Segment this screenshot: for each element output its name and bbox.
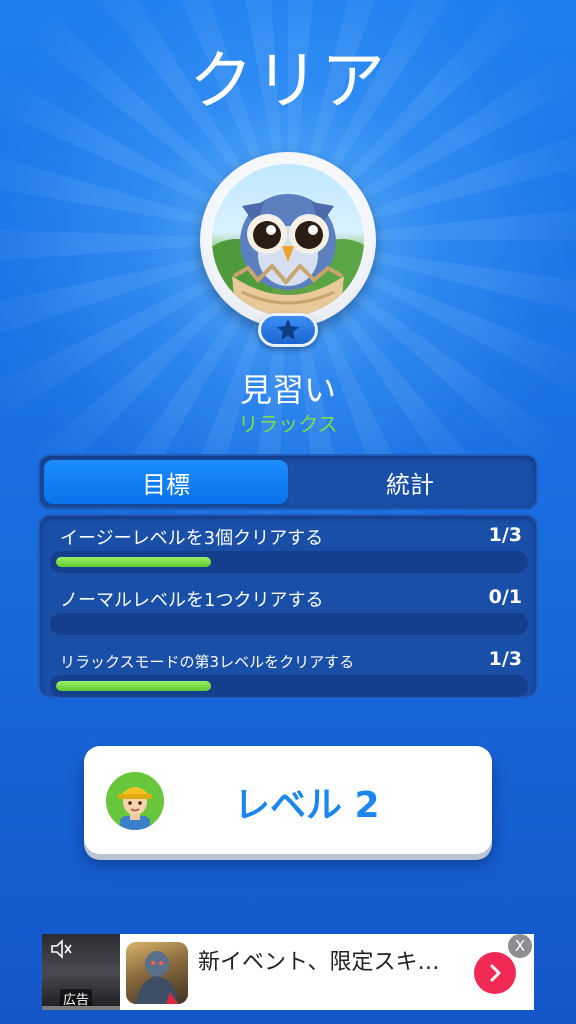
ad-video-thumbnail[interactable]: 広告	[42, 934, 120, 1010]
goal-count: 1/3	[488, 524, 522, 546]
goal-text: ノーマルレベルを1つクリアする	[60, 590, 324, 611]
goal-progress-track	[50, 675, 528, 697]
next-level-label: レベル 2	[234, 785, 380, 826]
level-clear-screen: { "header": { "title": "クリア" }, "player"…	[0, 0, 576, 1024]
goal-progress-fill	[56, 557, 211, 567]
tab-stats[interactable]: 統計	[288, 460, 532, 504]
goal-item: イージーレベルを3個クリアする 1/3	[40, 518, 536, 578]
goals-panel: イージーレベルを3個クリアする 1/3 ノーマルレベルを1つクリアする 0/1 …	[38, 514, 538, 698]
ad-video-progress	[42, 1006, 120, 1010]
goal-text: リラックスモードの第3レベルをクリアする	[60, 653, 355, 671]
goal-progress-fill	[56, 681, 211, 691]
tab-bar: 目標 統計	[38, 454, 538, 510]
goal-item: ノーマルレベルを1つクリアする 0/1	[40, 580, 536, 640]
ad-headline[interactable]: 新イベント、限定スキ…	[198, 944, 478, 976]
chevron-right-icon	[490, 964, 501, 982]
page-title: クリア	[189, 45, 387, 119]
game-app-icon[interactable]	[126, 942, 188, 1004]
next-level-button[interactable]: レベル 2	[84, 746, 492, 854]
goal-progress-track	[50, 613, 528, 635]
game-mode-label: リラックス	[238, 412, 338, 436]
player-rank: 見習い	[239, 371, 336, 409]
rank-star-badge	[258, 313, 318, 347]
goal-progress-track	[50, 551, 528, 573]
goal-text: イージーレベルを3個クリアする	[60, 528, 324, 549]
goal-item: リラックスモードの第3レベルをクリアする 1/3	[40, 642, 536, 702]
tab-goals[interactable]: 目標	[44, 460, 288, 504]
star-icon	[277, 319, 299, 340]
ad-open-button[interactable]	[474, 952, 516, 994]
ad-banner[interactable]: 広告 新イベント、限定スキ…	[42, 934, 534, 1010]
goal-count: 0/1	[488, 586, 522, 608]
construction-worker-icon	[106, 772, 164, 830]
goal-count: 1/3	[488, 648, 522, 670]
player-avatar	[200, 152, 376, 328]
ad-close-button[interactable]: X	[508, 934, 532, 958]
owl-in-egg-icon	[212, 164, 364, 316]
speaker-mute-icon[interactable]	[50, 939, 72, 959]
